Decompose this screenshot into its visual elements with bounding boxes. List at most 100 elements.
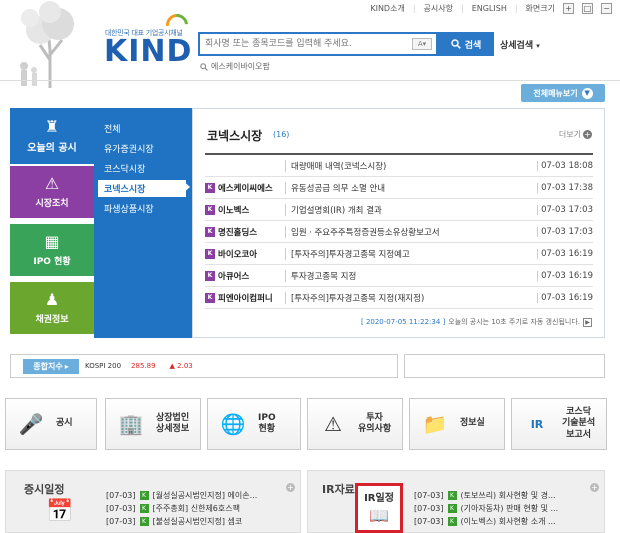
table-row[interactable]: K 피엔아이컴퍼니 [투자주의]투자경고종목 지정(재지정) 07-03 16:1… bbox=[205, 287, 593, 309]
index-label-text: 종합지수 bbox=[33, 361, 63, 371]
ir-list: [07-03] K (토보쓰리) 회사현황 및 경... [07-03] K (기아자동… bbox=[414, 489, 584, 528]
chevron-right-icon: ▸ bbox=[64, 361, 69, 371]
separator: | bbox=[460, 4, 464, 13]
globe-icon: 🌐 bbox=[220, 412, 246, 436]
all-menu-label: 전체메뉴보기 bbox=[533, 88, 578, 98]
quick-menu-disclosure[interactable]: 🎤 공시 bbox=[5, 398, 97, 450]
disclosure-title[interactable]: 대량매매 내역(코넥스시장) bbox=[285, 159, 537, 172]
index-label[interactable]: 종합지수 ▸ bbox=[23, 358, 79, 374]
all-menu-button[interactable]: 전체메뉴보기 ▼ bbox=[521, 84, 605, 102]
zoom-out-icon[interactable]: − bbox=[601, 3, 612, 14]
company-name[interactable]: K 피엔아이컴퍼니 bbox=[205, 292, 285, 304]
list-item[interactable]: [07-03] K [불성실공시법인지정] 셈코 bbox=[106, 515, 296, 528]
list-item[interactable]: [07-03] K (기아자동차) 판매 현황 및 ... bbox=[414, 502, 584, 515]
market-schedule-box: 증시일정 📅 + [07-03] K [월성실공시법인지정] 에이손... [07-… bbox=[5, 470, 301, 533]
search-button[interactable]: 검색 bbox=[438, 32, 494, 56]
company-name[interactable]: K 바이오코아 bbox=[205, 248, 285, 260]
zoom-reset-icon[interactable]: □ bbox=[582, 3, 593, 14]
schedule-title[interactable]: 증시일정 bbox=[24, 481, 64, 497]
quick-menu-company-info[interactable]: 🏢 상장법인 상세정보 bbox=[105, 398, 201, 450]
ir-schedule-button[interactable]: IR일정 📖 bbox=[355, 483, 403, 533]
list-item[interactable]: [07-03] K [월성실공시법인지정] 에이손... bbox=[106, 489, 296, 502]
search-input[interactable] bbox=[200, 34, 412, 54]
konex-market-icon: K bbox=[205, 292, 215, 303]
tab-bond-info[interactable]: ♟ 채권정보 bbox=[10, 282, 94, 334]
refresh-text: 오늘의 공시는 10초 주기로 자동 갱신됩니다. bbox=[448, 318, 580, 326]
disclosure-time: 07-03 16:19 bbox=[537, 270, 593, 281]
submenu-item-derivatives[interactable]: 파생상품시장 bbox=[104, 202, 154, 215]
company-name[interactable]: K 이노벡스 bbox=[205, 204, 285, 216]
tab-today-disclosure[interactable]: ♜ 오늘의 공시 bbox=[10, 108, 94, 164]
quick-menu-info-room[interactable]: 📁 정보실 bbox=[409, 398, 505, 450]
company-name-text: 피엔아이컴퍼니 bbox=[218, 293, 273, 304]
table-row[interactable]: 대량매매 내역(코넥스시장) 07-03 18:08 bbox=[205, 155, 593, 177]
item-date: [07-03] bbox=[106, 491, 136, 500]
list-item[interactable]: [07-03] K (이노벡스) 회사현황 소개 ... bbox=[414, 515, 584, 528]
item-text: (토보쓰리) 회사현황 및 경... bbox=[460, 491, 556, 500]
disclosure-title[interactable]: 유동성공급 의무 소멸 안내 bbox=[285, 181, 537, 194]
panel-title: 코넥스시장 bbox=[207, 129, 263, 143]
table-row[interactable]: K 명진홀딩스 임원ㆍ주요주주특정증권등소유상황보고서 07-03 17:03 bbox=[205, 221, 593, 243]
disclosure-title[interactable]: 임원ㆍ주요주주특정증권등소유상황보고서 bbox=[285, 225, 537, 238]
table-row[interactable]: K 바이오코아 [투자주의]투자경고종목 지정예고 07-03 16:19 bbox=[205, 243, 593, 265]
plus-icon[interactable]: + bbox=[590, 483, 599, 492]
quick-menu-label: 공시 bbox=[56, 418, 73, 429]
disclosure-list: 대량매매 내역(코넥스시장) 07-03 18:08 K 에스케이씨에스 유동성공… bbox=[205, 153, 593, 309]
submenu-item-all[interactable]: 전체 bbox=[104, 122, 121, 135]
index-value: 285.89 bbox=[131, 362, 156, 370]
konex-market-icon: K bbox=[205, 248, 215, 259]
tab-ipo-status[interactable]: ▦ IPO 현황 bbox=[10, 224, 94, 276]
kind-about-link[interactable]: KIND소개 bbox=[370, 3, 404, 14]
quick-menu-kosdaq-report[interactable]: IR 코스닥 기술분석 보고서 bbox=[511, 398, 607, 450]
company-name-text: 이노벡스 bbox=[218, 205, 250, 216]
company-name[interactable]: K 명진홀딩스 bbox=[205, 226, 285, 238]
autocomplete-toggle[interactable]: A▾ bbox=[412, 38, 432, 50]
table-row[interactable]: K 아큐어스 투자경고종목 지정 07-03 16:19 bbox=[205, 265, 593, 287]
more-link[interactable]: 더보기 + bbox=[559, 129, 592, 140]
warning-icon: ⚠ bbox=[324, 412, 342, 436]
konex-market-icon: K bbox=[205, 182, 215, 193]
warning-icon: ⚠ bbox=[44, 173, 60, 193]
play-icon[interactable]: ▶ bbox=[583, 317, 592, 327]
table-row[interactable]: K 이노벡스 기업설명회(IR) 개최 결과 07-03 17:03 bbox=[205, 199, 593, 221]
disclosure-title[interactable]: 투자경고종목 지정 bbox=[285, 269, 537, 282]
notice-link[interactable]: 공시사항 bbox=[424, 3, 453, 14]
kind-logo[interactable]: KIND bbox=[104, 34, 192, 69]
item-text: (기아자동차) 판매 현황 및 ... bbox=[460, 504, 559, 513]
list-item[interactable]: [07-03] K [주주총회] 신한제6호스팩 bbox=[106, 502, 296, 515]
recent-search[interactable]: 에스케이바이오팜 bbox=[200, 61, 270, 72]
refresh-timestamp: [ 2020-07-05 11:22:34 ] bbox=[360, 318, 446, 326]
ir-box: IR자료실 + [07-03] K (토보쓰리) 회사현황 및 경... [07-0… bbox=[307, 470, 605, 533]
quick-menu-ipo[interactable]: 🌐 IPO 현황 bbox=[207, 398, 301, 450]
disclosure-title[interactable]: 기업설명회(IR) 개최 결과 bbox=[285, 203, 537, 216]
building-icon: 🏢 bbox=[118, 412, 144, 436]
search-button-label: 검색 bbox=[464, 40, 482, 51]
submenu-pointer bbox=[182, 180, 190, 194]
index-ticker: 종합지수 ▸ KOSPI 200 285.89 ▲ 2.03 bbox=[10, 354, 398, 378]
submenu-item-kospi[interactable]: 유가증권시장 bbox=[104, 142, 154, 155]
submenu-item-konex[interactable]: 코넥스시장 bbox=[98, 180, 186, 197]
quick-menu-label: IPO 현황 bbox=[258, 412, 276, 434]
plus-icon: + bbox=[583, 129, 592, 139]
list-item[interactable]: [07-03] K (토보쓰리) 회사현황 및 경... bbox=[414, 489, 584, 502]
konex-market-icon: K bbox=[139, 517, 149, 526]
english-link[interactable]: ENGLISH bbox=[472, 4, 507, 13]
quick-menu-label: 투자 유의사항 bbox=[358, 412, 392, 434]
zoom-in-icon[interactable]: + bbox=[563, 3, 574, 14]
advanced-search-link[interactable]: 상세검색 ▾ bbox=[500, 38, 540, 51]
submenu-item-kosdaq[interactable]: 코스닥시장 bbox=[104, 162, 145, 175]
table-row[interactable]: K 에스케이씨에스 유동성공급 의무 소멸 안내 07-03 17:38 bbox=[205, 177, 593, 199]
tab-label: 오늘의 공시 bbox=[27, 142, 77, 154]
company-name[interactable]: K 아큐어스 bbox=[205, 270, 285, 282]
disclosure-title[interactable]: [투자주의]투자경고종목 지정예고 bbox=[285, 247, 537, 260]
konex-market-icon: K bbox=[205, 204, 215, 215]
tab-market-action[interactable]: ⚠ 시장조치 bbox=[10, 166, 94, 218]
quick-menu-investment-caution[interactable]: ⚠ 투자 유의사항 bbox=[307, 398, 403, 450]
disclosure-title[interactable]: [투자주의]투자경고종목 지정(재지정) bbox=[285, 291, 537, 304]
quick-menu-label: 상장법인 상세정보 bbox=[156, 412, 190, 434]
company-name[interactable]: K 에스케이씨에스 bbox=[205, 182, 285, 194]
item-text: [주주총회] 신한제6호스팩 bbox=[152, 504, 240, 513]
more-label: 더보기 bbox=[558, 130, 581, 139]
market-submenu: 전체 유가증권시장 코스닥시장 코넥스시장 파생상품시장 bbox=[94, 108, 192, 338]
ir-schedule-label: IR일정 bbox=[364, 493, 394, 504]
